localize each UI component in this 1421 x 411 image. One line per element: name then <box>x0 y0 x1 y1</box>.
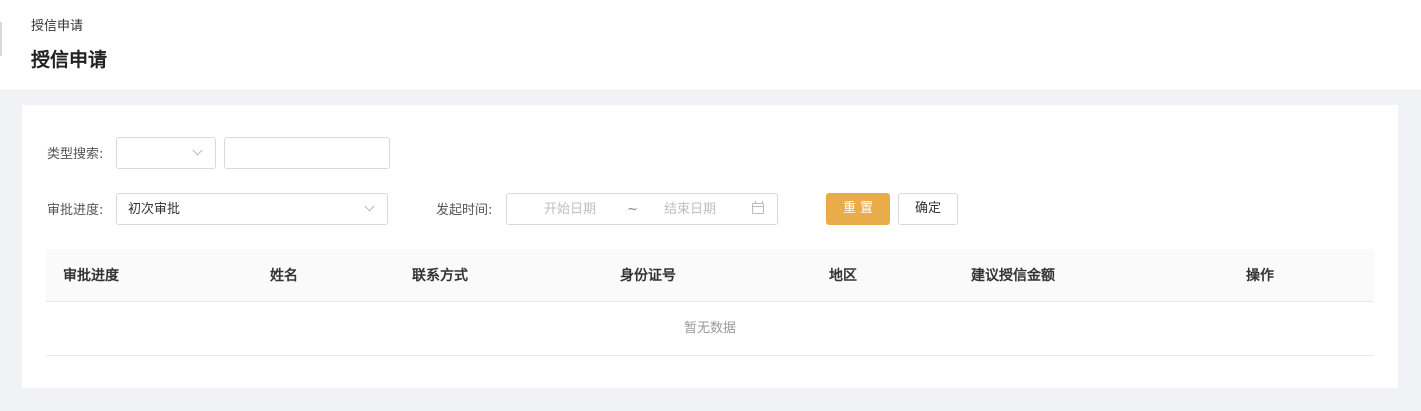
table-empty-row: 暂无数据 <box>46 302 1374 356</box>
content-card: 类型搜索: 审批进度: 初次审批 发起时间: 开始日期 ~ 结束日期 重置 确定… <box>22 105 1398 388</box>
start-date-placeholder[interactable]: 开始日期 <box>544 201 596 218</box>
empty-state-text: 暂无数据 <box>683 321 736 336</box>
column-header-progress: 审批进度 <box>63 268 119 284</box>
column-header-region: 地区 <box>829 268 857 284</box>
table-header: 审批进度 姓名 联系方式 身份证号 地区 建议授信金额 操作 <box>46 249 1374 302</box>
breadcrumb[interactable]: 授信申请 <box>31 18 83 36</box>
data-table: 审批进度 姓名 联系方式 身份证号 地区 建议授信金额 操作 暂无数据 <box>46 249 1374 356</box>
column-header-suggested-amount: 建议授信金额 <box>971 268 1055 284</box>
column-header-name: 姓名 <box>270 268 298 284</box>
page-header: 授信申请 授信申请 <box>0 0 1421 91</box>
type-keyword-input[interactable] <box>224 137 390 169</box>
date-range-picker[interactable]: 开始日期 ~ 结束日期 <box>506 193 778 225</box>
end-date-placeholder[interactable]: 结束日期 <box>664 201 716 218</box>
calendar-icon <box>752 201 764 214</box>
type-select[interactable] <box>116 137 216 169</box>
column-header-id-number: 身份证号 <box>620 268 676 284</box>
header-edge-divider <box>0 22 2 56</box>
page-title: 授信申请 <box>31 49 108 71</box>
chevron-down-icon <box>192 145 203 156</box>
chevron-down-icon <box>364 201 375 212</box>
confirm-button[interactable]: 确定 <box>898 193 958 225</box>
reset-button[interactable]: 重置 <box>826 193 890 225</box>
range-separator: ~ <box>627 202 638 217</box>
column-header-contact: 联系方式 <box>412 268 468 284</box>
progress-select-value: 初次审批 <box>128 202 181 217</box>
time-label: 发起时间: <box>436 203 493 218</box>
progress-select[interactable]: 初次审批 <box>116 193 388 225</box>
progress-label: 审批进度: <box>47 203 104 218</box>
column-header-actions: 操作 <box>1246 268 1274 284</box>
type-search-label: 类型搜索: <box>47 147 104 162</box>
